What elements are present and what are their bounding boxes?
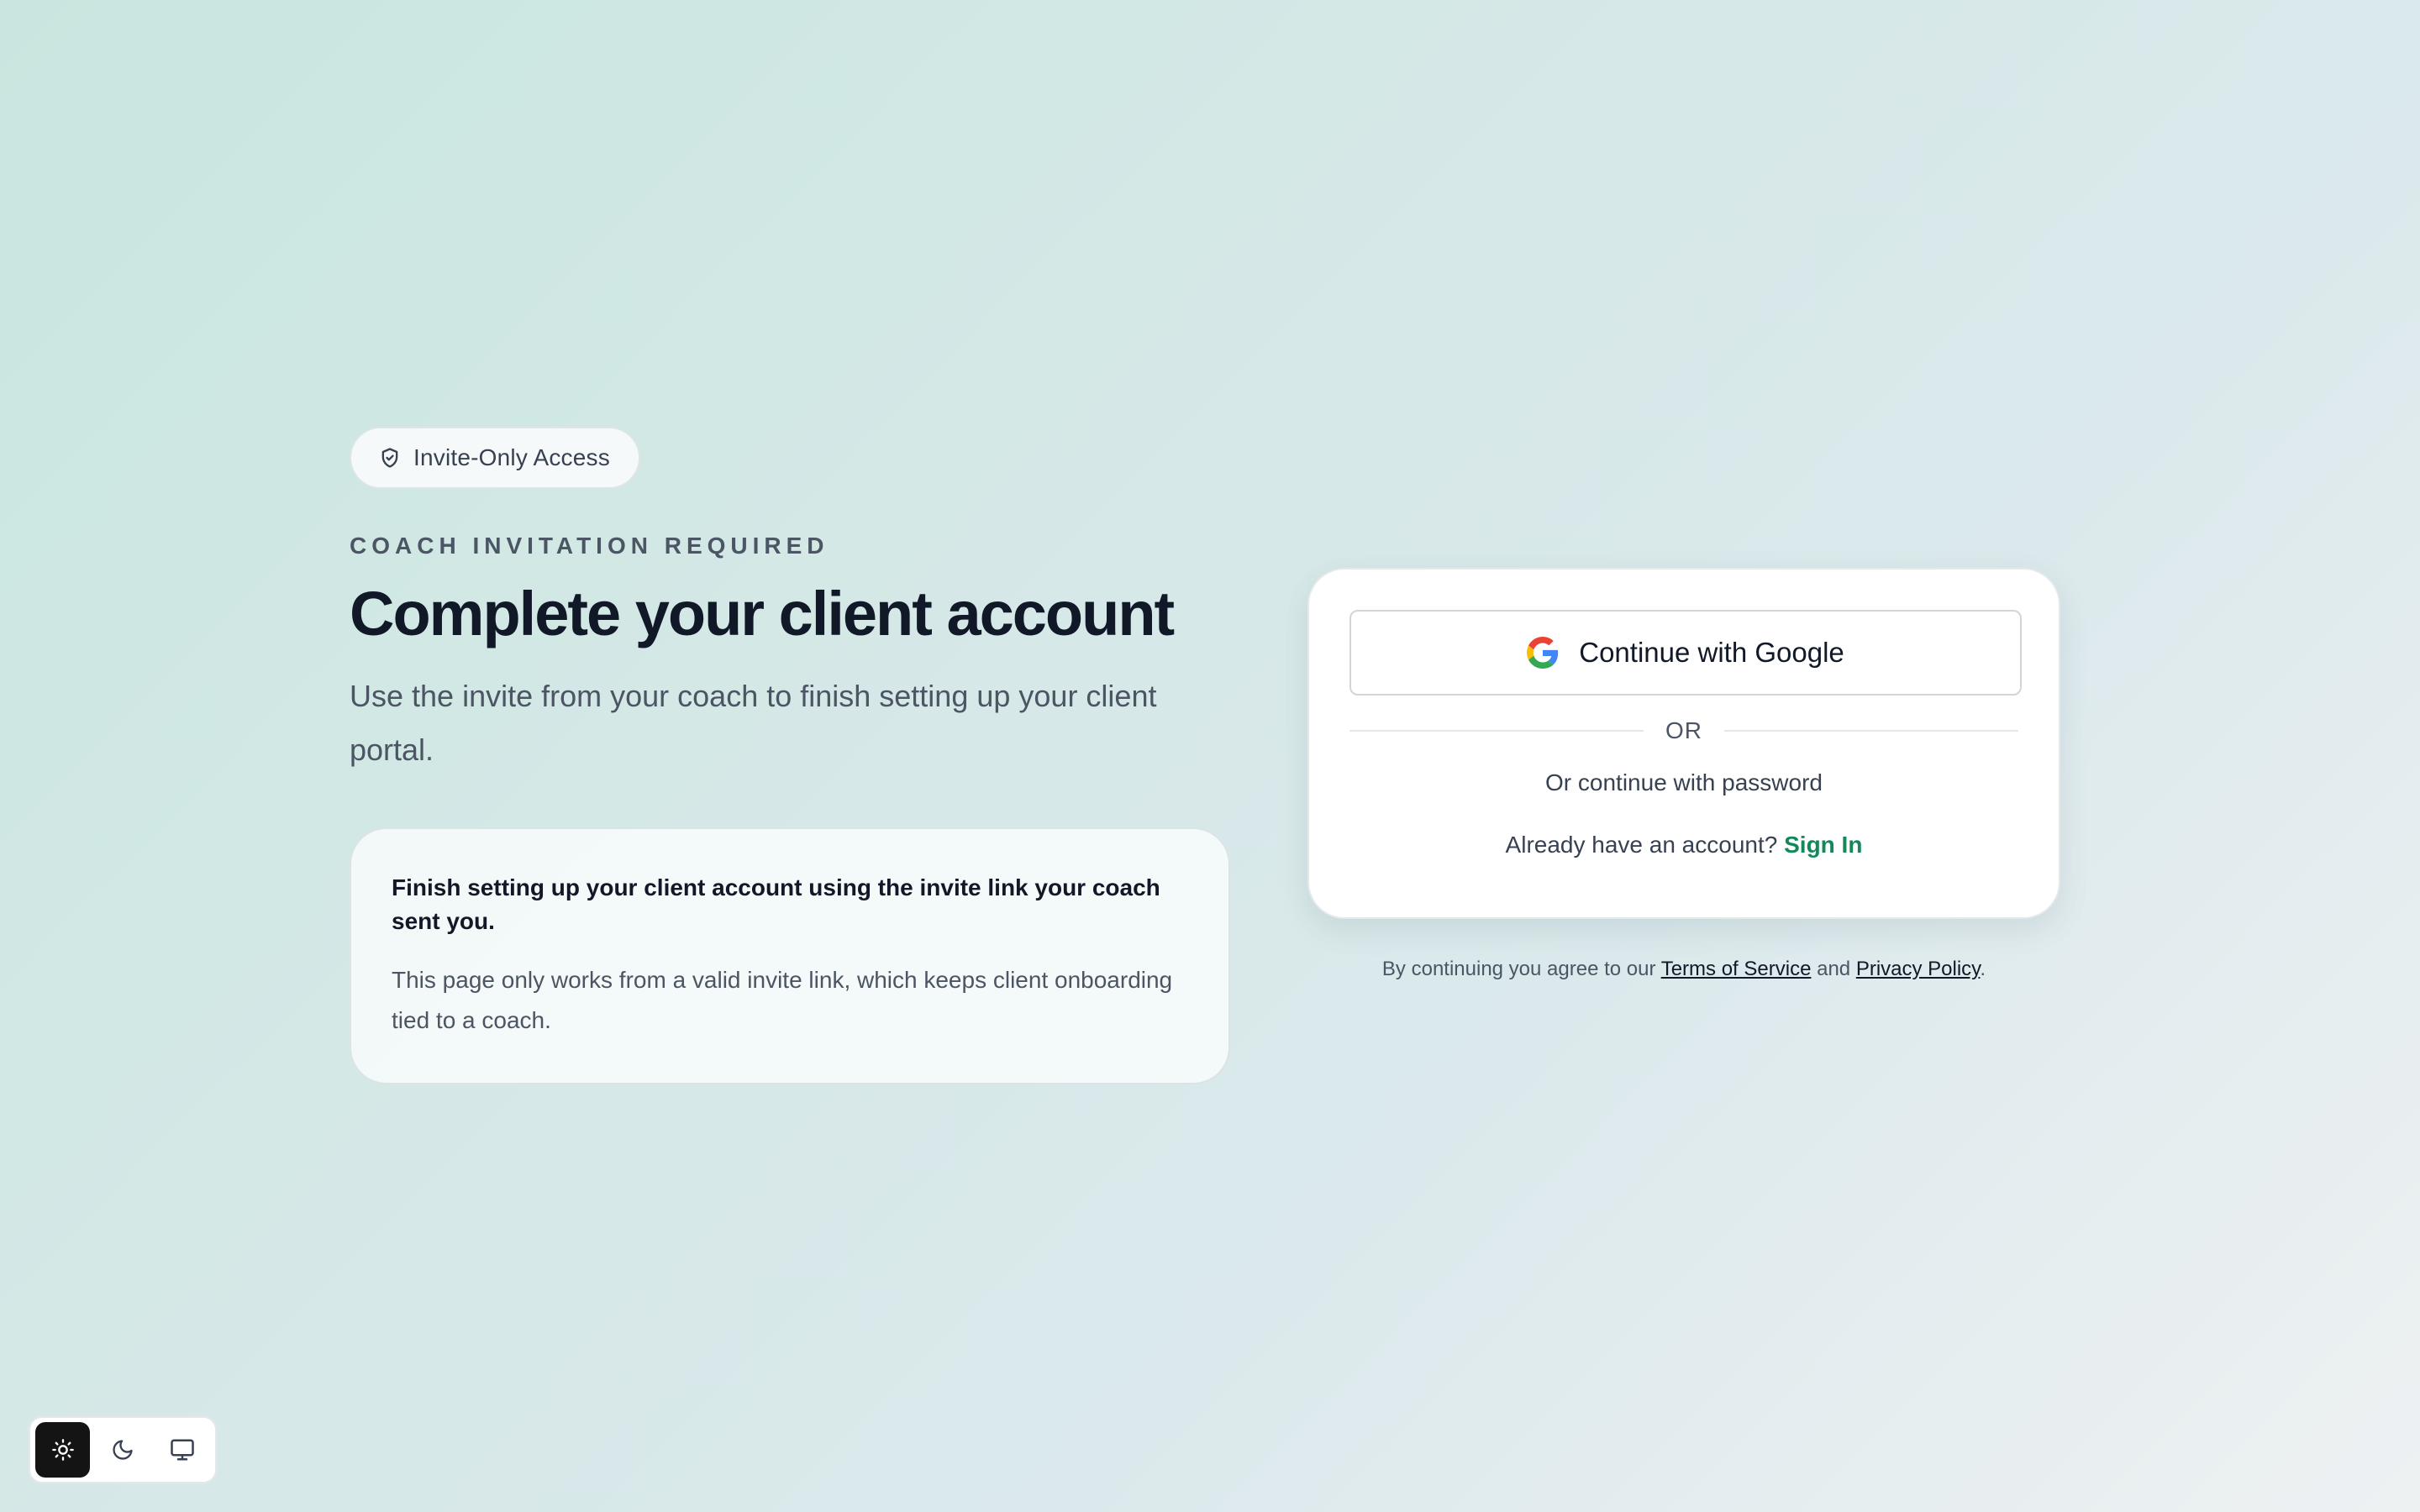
auth-card: Continue with Google OR Or continue with… xyxy=(1307,568,2060,919)
legal-suffix: . xyxy=(1980,958,1986,980)
page-subtitle: Use the invite from your coach to finish… xyxy=(350,679,1157,768)
dark-theme-button[interactable] xyxy=(95,1422,150,1478)
info-card-title: Finish setting up your client account us… xyxy=(392,874,1160,935)
terms-of-service-link[interactable]: Terms of Service xyxy=(1661,958,1812,980)
continue-with-password-link[interactable]: Or continue with password xyxy=(1349,769,2018,796)
divider-text: OR xyxy=(1665,717,1702,743)
signin-prompt: Already have an account? xyxy=(1505,832,1778,858)
page-title: Complete your client account xyxy=(350,579,1175,648)
google-icon xyxy=(1527,637,1559,669)
legal-and: and xyxy=(1817,958,1851,980)
divider-line-right xyxy=(1724,730,2018,732)
privacy-policy-link[interactable]: Privacy Policy xyxy=(1856,958,1981,980)
system-theme-button[interactable] xyxy=(155,1422,210,1478)
monitor-icon xyxy=(170,1437,195,1462)
continue-with-google-button[interactable]: Continue with Google xyxy=(1349,610,2022,696)
google-button-label: Continue with Google xyxy=(1579,637,1844,668)
moon-icon xyxy=(111,1438,134,1462)
divider-line-left xyxy=(1349,730,1644,732)
legal-prefix: By continuing you agree to our xyxy=(1381,958,1656,980)
or-divider: OR xyxy=(1349,717,2018,744)
eyebrow-text: COACH INVITATION REQUIRED xyxy=(350,533,829,559)
hero-section: Invite-Only Access COACH INVITATION REQU… xyxy=(350,427,1230,1085)
theme-switcher xyxy=(29,1416,217,1483)
signin-row: Already have an account? Sign In xyxy=(1349,832,2018,858)
badge-label: Invite-Only Access xyxy=(413,444,610,470)
sign-in-link[interactable]: Sign In xyxy=(1784,832,1862,858)
info-card-body: This page only works from a valid invite… xyxy=(392,967,1173,1034)
shield-check-icon xyxy=(378,446,402,470)
invite-only-badge: Invite-Only Access xyxy=(350,427,640,489)
legal-notice: By continuing you agree to our Terms of … xyxy=(1307,958,2060,981)
invite-info-card: Finish setting up your client account us… xyxy=(350,827,1230,1085)
light-theme-button[interactable] xyxy=(35,1422,91,1478)
sun-icon xyxy=(51,1438,75,1462)
